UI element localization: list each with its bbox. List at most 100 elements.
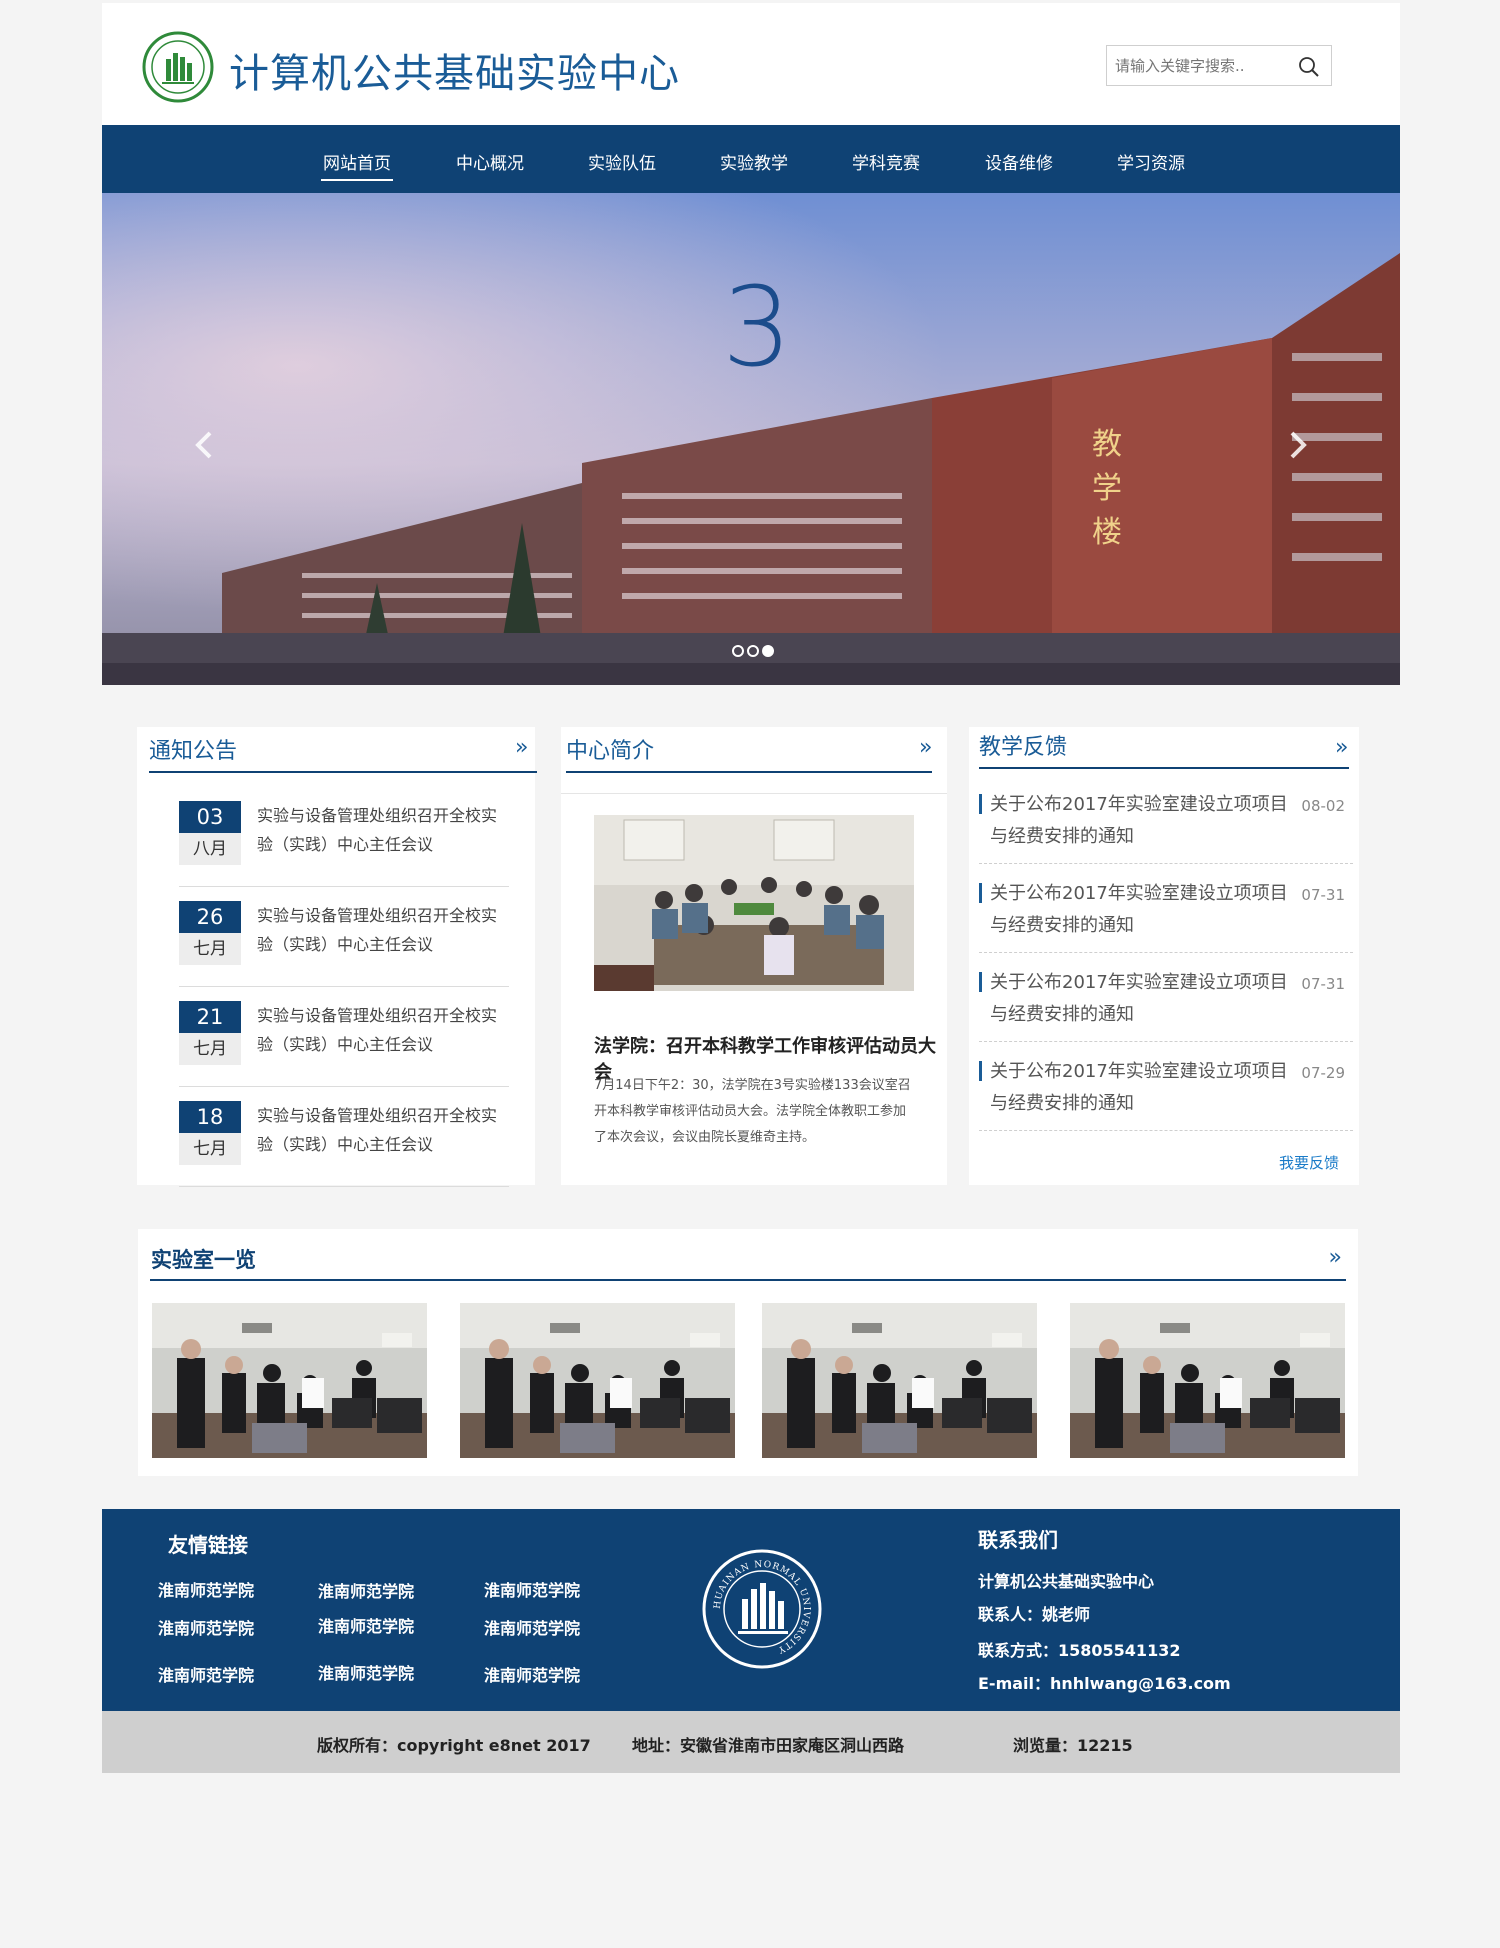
date-badge: 26 七月	[179, 901, 241, 965]
feedback-title: 教学反馈	[979, 735, 1068, 760]
site-title[interactable]: 计算机公共基础实验中心	[229, 41, 680, 99]
building-sign: 教 学 楼	[1087, 423, 1127, 555]
intro-body: 7月14日下午2：30，法学院在3号实验楼133会议室召开本科教学审核评估动员大…	[594, 1078, 911, 1145]
lab-photo[interactable]	[152, 1303, 427, 1458]
friendly-link[interactable]: 淮南师范学院	[318, 1613, 414, 1637]
notice-link[interactable]: 实验与设备管理处组织召开全校实验（实践）中心主任会议	[257, 1001, 509, 1059]
carousel-dots	[732, 642, 777, 661]
friendly-link[interactable]: 淮南师范学院	[484, 1615, 580, 1639]
university-seal-icon[interactable]	[142, 31, 214, 103]
contact-email[interactable]: E-mail：hnhlwang@163.com	[978, 1670, 1231, 1694]
nav-item-home[interactable]: 网站首页	[321, 149, 393, 181]
notice-link[interactable]: 实验与设备管理处组织召开全校实验（实践）中心主任会议	[257, 1101, 509, 1159]
nav-item-repair[interactable]: 设备维修	[985, 149, 1053, 174]
notice-link[interactable]: 实验与设备管理处组织召开全校实验（实践）中心主任会议	[257, 801, 509, 859]
friendly-link[interactable]: 淮南师范学院	[484, 1577, 580, 1601]
friendly-links-title: 友情链接	[168, 1533, 248, 1557]
intro-divider	[566, 771, 932, 773]
banner-carousel: 3 教 学 楼	[102, 193, 1400, 685]
sign-char: 学	[1092, 471, 1122, 506]
chevron-right-icon[interactable]	[1282, 425, 1312, 465]
notice-more-link[interactable]: »	[515, 735, 528, 760]
address-text: 地址：安徽省淮南市田家庵区洞山西路	[632, 1736, 905, 1755]
feedback-item[interactable]: 关于公布2017年实验室建设立项项目与经费安排的通知 08-02	[979, 775, 1353, 864]
search-input[interactable]	[1115, 54, 1290, 78]
item-marker	[979, 883, 982, 903]
item-marker	[979, 972, 982, 992]
date-day: 03	[179, 801, 241, 833]
submit-feedback-link[interactable]: 我要反馈	[1279, 1152, 1339, 1173]
friendly-link[interactable]: 淮南师范学院	[158, 1615, 254, 1639]
feedback-date: 08-02	[1301, 797, 1345, 815]
item-marker	[979, 794, 982, 814]
labs-more-link[interactable]: »	[1329, 1245, 1342, 1270]
date-day: 26	[179, 901, 241, 933]
date-month: 七月	[179, 933, 241, 965]
feedback-link[interactable]: 关于公布2017年实验室建设立项项目与经费安排的通知	[990, 967, 1300, 1031]
date-month: 七月	[179, 1033, 241, 1065]
feedback-panel: 教学反馈 » 关于公布2017年实验室建设立项项目与经费安排的通知 08-02 …	[969, 727, 1359, 1185]
friendly-link[interactable]: 淮南师范学院	[318, 1660, 414, 1684]
slide-number: 3	[722, 263, 792, 391]
feedback-more-link[interactable]: »	[1335, 735, 1348, 760]
lab-photo[interactable]	[460, 1303, 735, 1458]
feedback-item[interactable]: 关于公布2017年实验室建设立项项目与经费安排的通知 07-31	[979, 864, 1353, 953]
lab-photo[interactable]	[762, 1303, 1037, 1458]
site-header: 计算机公共基础实验中心	[102, 3, 1400, 125]
lab-photo[interactable]	[1070, 1303, 1345, 1458]
intro-title: 中心简介	[566, 739, 655, 764]
intro-separator	[561, 793, 947, 794]
friendly-link[interactable]: 淮南师范学院	[484, 1662, 580, 1686]
contact-person: 联系人：姚老师	[978, 1605, 1091, 1624]
labs-divider	[150, 1279, 1346, 1281]
notice-title: 通知公告	[149, 739, 238, 764]
intro-panel: 中心简介 » 法学院：召开本科教学工作审核评估动员大会 7月14日下午2：30，…	[561, 727, 947, 1185]
search-icon[interactable]	[1297, 55, 1321, 79]
sign-char: 楼	[1092, 515, 1122, 550]
notice-list: 03 八月 实验与设备管理处组织召开全校实验（实践）中心主任会议 26 七月 实验与…	[179, 787, 509, 1187]
date-month: 七月	[179, 1133, 241, 1165]
feedback-date: 07-29	[1301, 1064, 1345, 1082]
carousel-dot[interactable]	[732, 645, 744, 657]
feedback-item[interactable]: 关于公布2017年实验室建设立项项目与经费安排的通知 07-31	[979, 953, 1353, 1042]
nav-item-competition[interactable]: 学科竞赛	[852, 149, 920, 174]
notice-link[interactable]: 实验与设备管理处组织召开全校实验（实践）中心主任会议	[257, 901, 509, 959]
search-box	[1106, 45, 1332, 86]
friendly-link[interactable]: 淮南师范学院	[158, 1577, 254, 1601]
copyright-text: 版权所有：copyright e8net 2017	[317, 1736, 591, 1755]
carousel-dot[interactable]	[747, 645, 759, 657]
feedback-date: 07-31	[1301, 975, 1345, 993]
friendly-link[interactable]: 淮南师范学院	[158, 1662, 254, 1686]
notice-divider	[149, 771, 537, 773]
nav-item-teaching[interactable]: 实验教学	[720, 149, 788, 174]
feedback-link[interactable]: 关于公布2017年实验室建设立项项目与经费安排的通知	[990, 1056, 1300, 1120]
intro-photo[interactable]	[594, 815, 914, 991]
labs-section: 实验室一览 »	[138, 1229, 1358, 1476]
copyright-bar: 版权所有：copyright e8net 2017 地址：安徽省淮南市田家庵区洞…	[102, 1711, 1400, 1773]
notice-item[interactable]: 26 七月 实验与设备管理处组织召开全校实验（实践）中心主任会议	[179, 887, 509, 987]
feedback-item[interactable]: 关于公布2017年实验室建设立项项目与经费安排的通知 07-29	[979, 1042, 1353, 1131]
date-day: 21	[179, 1001, 241, 1033]
notice-item[interactable]: 18 七月 实验与设备管理处组织召开全校实验（实践）中心主任会议	[179, 1087, 509, 1187]
notice-item[interactable]: 21 七月 实验与设备管理处组织召开全校实验（实践）中心主任会议	[179, 987, 509, 1087]
intro-more-link[interactable]: »	[919, 735, 932, 760]
contact-center: 计算机公共基础实验中心	[978, 1572, 1155, 1591]
nav-item-overview[interactable]: 中心概况	[456, 149, 524, 174]
contact-phone: 联系方式：15805541132	[978, 1641, 1181, 1660]
nav-item-resources[interactable]: 学习资源	[1117, 149, 1185, 174]
notice-panel: 通知公告 » 03 八月 实验与设备管理处组织召开全校实验（实践）中心主任会议 2…	[137, 727, 537, 1187]
date-day: 18	[179, 1101, 241, 1133]
carousel-dot-active[interactable]	[762, 645, 774, 657]
chevron-left-icon[interactable]	[190, 425, 220, 465]
notice-item[interactable]: 03 八月 实验与设备管理处组织召开全校实验（实践）中心主任会议	[179, 787, 509, 887]
feedback-link[interactable]: 关于公布2017年实验室建设立项项目与经费安排的通知	[990, 878, 1300, 942]
site-footer: 友情链接 淮南师范学院 淮南师范学院 淮南师范学院 淮南师范学院 淮南师范学院 …	[102, 1509, 1400, 1711]
university-seal-footer-icon: HUAINAN NORMAL UNIVERSITY	[702, 1549, 822, 1669]
date-badge: 03 八月	[179, 801, 241, 865]
feedback-link[interactable]: 关于公布2017年实验室建设立项项目与经费安排的通知	[990, 789, 1300, 853]
friendly-link[interactable]: 淮南师范学院	[318, 1578, 414, 1602]
date-badge: 21 七月	[179, 1001, 241, 1065]
nav-item-team[interactable]: 实验队伍	[588, 149, 656, 174]
date-month: 八月	[179, 833, 241, 865]
sign-char: 教	[1092, 427, 1122, 462]
